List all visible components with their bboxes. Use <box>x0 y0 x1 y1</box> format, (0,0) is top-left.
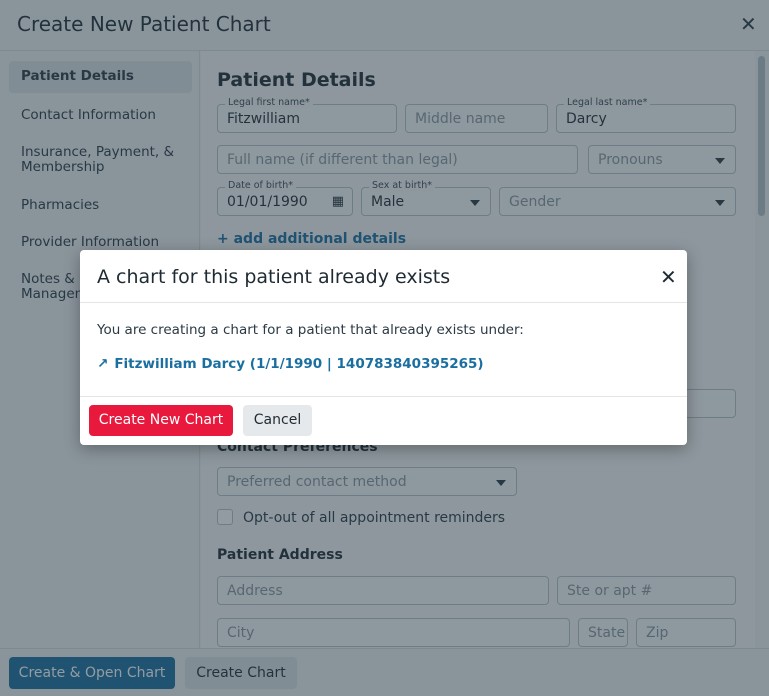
modal-message: You are creating a chart for a patient t… <box>97 322 524 338</box>
modal-header: A chart for this patient already exists … <box>80 250 687 303</box>
create-new-chart-button[interactable]: Create New Chart <box>89 405 233 436</box>
external-link-icon: ↗ <box>97 356 109 372</box>
duplicate-chart-modal: A chart for this patient already exists … <box>80 250 687 445</box>
existing-patient-link[interactable]: ↗ Fitzwilliam Darcy (1/1/1990 | 140783840… <box>97 356 484 372</box>
modal-title: A chart for this patient already exists <box>97 266 451 288</box>
modal-footer <box>80 396 687 397</box>
cancel-button[interactable]: Cancel <box>243 405 312 436</box>
close-icon[interactable]: ✕ <box>660 265 677 289</box>
existing-patient-link-text: Fitzwilliam Darcy (1/1/1990 | 1407838403… <box>114 356 484 372</box>
